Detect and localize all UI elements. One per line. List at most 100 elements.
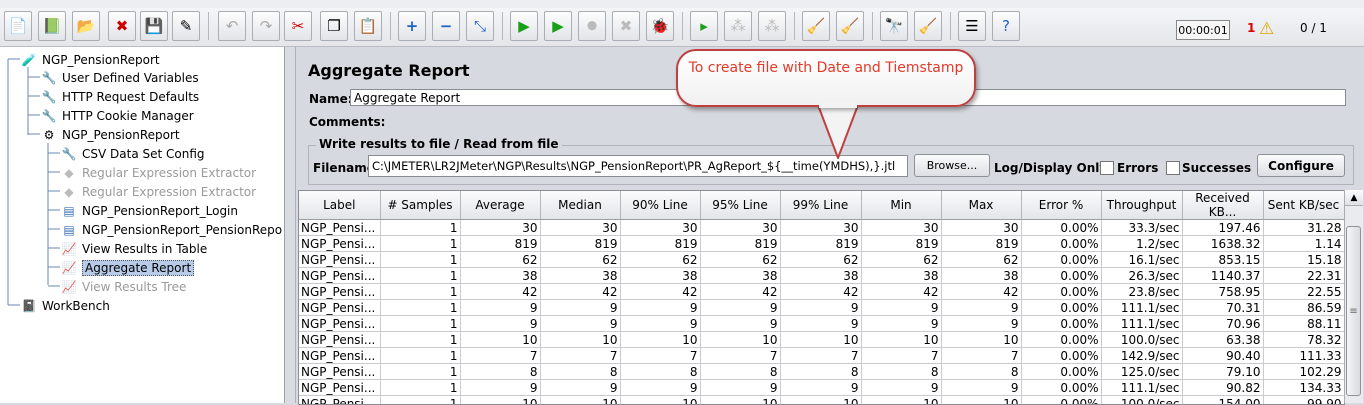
table-row[interactable]: NGP_Pensi...1303030303030300.00%33.3/sec… <box>299 220 1344 236</box>
tree-item-pension-sampler[interactable]: ▤NGP_PensionReport_PensionRepo <box>60 220 282 239</box>
table-cell: 7 <box>620 348 700 364</box>
toggle-icon[interactable]: ⤡ <box>466 11 494 41</box>
errors-checkbox[interactable] <box>1100 161 1114 175</box>
column-header[interactable]: Throughput <box>1101 191 1182 220</box>
table-cell: 10 <box>780 332 861 348</box>
table-cell: 197.46 <box>1182 220 1263 236</box>
table-row[interactable]: NGP_Pensi...199999990.00%111.1/sec90.821… <box>299 380 1344 396</box>
column-header[interactable]: Median <box>540 191 620 220</box>
successes-checkbox[interactable] <box>1166 161 1180 175</box>
scroll-thumb[interactable]: ≡ <box>1346 226 1361 396</box>
stop-icon[interactable]: ⬤ <box>578 11 606 41</box>
validate-icon[interactable]: 🐞 <box>646 11 674 41</box>
tree-item-http-request-defaults[interactable]: 🔧HTTP Request Defaults <box>40 87 199 106</box>
table-row[interactable]: NGP_Pensi...1383838383838380.00%26.3/sec… <box>299 268 1344 284</box>
tree-item-aggregate-report[interactable]: 📈Aggregate Report <box>60 258 194 277</box>
remote-stop-icon[interactable]: ⁂ <box>724 11 752 41</box>
wrench-icon: 🔧 <box>40 108 58 124</box>
table-cell: 8 <box>540 364 620 380</box>
table-cell: 9 <box>700 380 780 396</box>
save-icon[interactable]: 💾 <box>140 11 168 41</box>
table-row[interactable]: NGP_Pensi...199999990.00%111.1/sec70.968… <box>299 316 1344 332</box>
graph-icon: 📈 <box>60 260 78 276</box>
column-header[interactable]: 99% Line <box>780 191 861 220</box>
column-header[interactable]: Average <box>460 191 540 220</box>
scroll-up-icon[interactable]: ▲ <box>1345 190 1363 206</box>
table-row[interactable]: NGP_Pensi...177777770.00%142.9/sec90.401… <box>299 348 1344 364</box>
start-icon[interactable]: ▶ <box>510 11 538 41</box>
column-header[interactable]: 95% Line <box>700 191 780 220</box>
save-screenshot-icon[interactable]: ✎ <box>172 11 200 41</box>
undo-icon[interactable]: ↶ <box>218 11 246 41</box>
split-pane-divider[interactable] <box>285 47 296 403</box>
warning-icon[interactable]: ⚠ <box>1259 19 1274 39</box>
table-cell: 10 <box>941 332 1021 348</box>
tree-item-http-cookie-manager[interactable]: 🔧HTTP Cookie Manager <box>40 106 194 125</box>
expand-icon[interactable]: + <box>398 11 426 41</box>
copy-icon[interactable]: ❐ <box>320 11 348 41</box>
templates-icon[interactable]: 📗 <box>38 11 66 41</box>
tree-item-test-plan[interactable]: 🧪NGP_PensionReport <box>20 50 160 69</box>
tree-item-regex-extractor-1[interactable]: ◆Regular Expression Extractor <box>60 163 256 182</box>
column-header[interactable]: Label <box>299 191 380 220</box>
reset-search-icon[interactable]: 🧹 <box>914 11 942 41</box>
column-header[interactable]: Sent KB/sec <box>1263 191 1344 220</box>
menu-bar <box>0 0 1364 8</box>
clear-icon[interactable]: 🧹 <box>802 11 830 41</box>
table-row[interactable]: NGP_Pensi...199999990.00%111.1/sec70.318… <box>299 300 1344 316</box>
browse-button[interactable]: Browse... <box>914 154 990 177</box>
tree-item-login-sampler[interactable]: ▤NGP_PensionReport_Login <box>60 201 238 220</box>
tree-item-view-results-tree[interactable]: 📈View Results Tree <box>60 277 186 296</box>
table-cell: 7 <box>780 348 861 364</box>
search-icon[interactable]: 🔭 <box>880 11 908 41</box>
table-cell: 0.00% <box>1021 316 1101 332</box>
results-table: Label# SamplesAverageMedian90% Line95% L… <box>298 190 1345 405</box>
column-header[interactable]: # Samples <box>380 191 460 220</box>
tree-item-user-defined-variables[interactable]: 🔧User Defined Variables <box>40 68 199 87</box>
column-header[interactable]: Max <box>941 191 1021 220</box>
tree-item-regex-extractor-2[interactable]: ◆Regular Expression Extractor <box>60 182 256 201</box>
table-row[interactable]: NGP_Pensi...1101010101010100.00%100.0/se… <box>299 332 1344 348</box>
shutdown-icon[interactable]: ✖ <box>612 11 640 41</box>
remote-start-icon[interactable]: ▸ <box>690 11 718 41</box>
table-cell: 0.00% <box>1021 252 1101 268</box>
table-row[interactable]: NGP_Pensi...18198198198198198198190.00%1… <box>299 236 1344 252</box>
collapse-icon[interactable]: − <box>432 11 460 41</box>
table-cell: NGP_Pensi... <box>299 236 380 252</box>
table-cell: 10 <box>540 396 620 405</box>
table-row[interactable]: NGP_Pensi...1101010101010100.00%100.0/se… <box>299 396 1344 405</box>
start-no-pauses-icon[interactable]: ▶ <box>544 11 572 41</box>
table-cell: 90.82 <box>1182 380 1263 396</box>
table-row[interactable]: NGP_Pensi...1424242424242420.00%23.8/sec… <box>299 284 1344 300</box>
table-cell: 0.00% <box>1021 268 1101 284</box>
table-cell: 30 <box>540 220 620 236</box>
clear-all-icon[interactable]: 🧹 <box>836 11 864 41</box>
table-cell: NGP_Pensi... <box>299 316 380 332</box>
new-icon[interactable]: 📄 <box>4 11 32 41</box>
extractor-icon: ◆ <box>60 165 78 181</box>
column-header[interactable]: Received KB... <box>1182 191 1263 220</box>
table-row[interactable]: NGP_Pensi...1626262626262620.00%16.1/sec… <box>299 252 1344 268</box>
remote-shutdown-icon[interactable]: ⁂ <box>758 11 786 41</box>
column-header[interactable]: Min <box>861 191 941 220</box>
tree-item-workbench[interactable]: 📓WorkBench <box>20 296 110 315</box>
redo-icon[interactable]: ↷ <box>252 11 280 41</box>
column-header[interactable]: Error % <box>1021 191 1101 220</box>
log-display-label: Log/Display Only: <box>994 161 1112 175</box>
column-header[interactable]: 90% Line <box>620 191 700 220</box>
tree-item-thread-group[interactable]: ⚙NGP_PensionReport <box>40 125 180 144</box>
tree-item-view-results-table[interactable]: 📈View Results in Table <box>60 239 207 258</box>
table-row[interactable]: NGP_Pensi...188888880.00%125.0/sec79.101… <box>299 364 1344 380</box>
tree-item-csv-data-set-config[interactable]: 🔧CSV Data Set Config <box>60 144 205 163</box>
close-icon[interactable]: ✖ <box>108 11 136 41</box>
table-cell: 1 <box>380 348 460 364</box>
filename-input[interactable]: C:\JMETER\LR2JMeter\NGP\Results\NGP_Pens… <box>368 155 908 177</box>
open-icon[interactable]: 📂 <box>72 11 100 41</box>
table-cell: 8 <box>620 364 700 380</box>
function-helper-icon[interactable]: ☰ <box>958 11 986 41</box>
help-icon[interactable]: ? <box>992 11 1020 41</box>
table-scrollbar[interactable]: ▲ ≡ <box>1344 190 1363 403</box>
paste-icon[interactable]: 📋 <box>354 11 382 41</box>
configure-button[interactable]: Configure <box>1257 154 1345 177</box>
cut-icon[interactable]: ✂ <box>284 11 312 41</box>
